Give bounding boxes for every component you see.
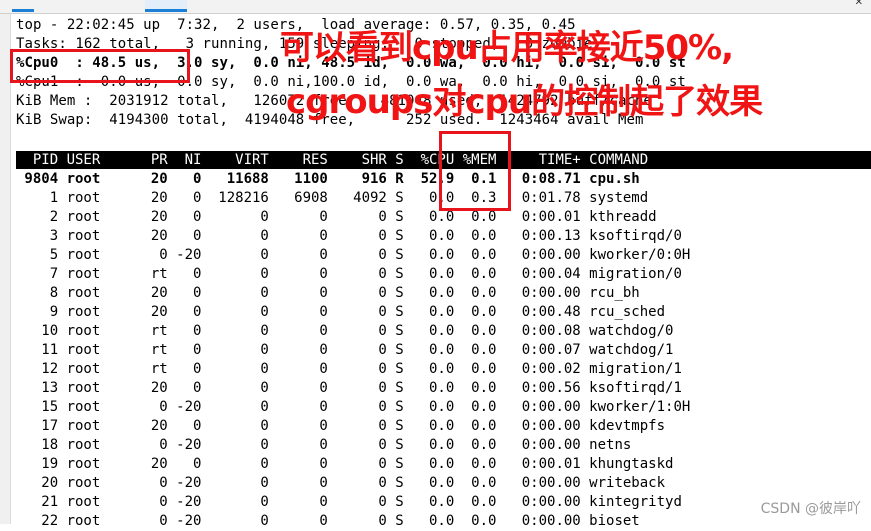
process-row: 15 root 0 -20 0 0 0 S 0.0 0.0 0:00.00 kw… — [16, 399, 691, 415]
process-row: 7 root rt 0 0 0 0 S 0.0 0.0 0:00.04 migr… — [16, 266, 682, 282]
cpu0-highlight-box — [10, 49, 190, 83]
process-row: 9 root 20 0 0 0 0 S 0.0 0.0 0:00.48 rcu_… — [16, 304, 666, 320]
process-row: 10 root rt 0 0 0 0 S 0.0 0.0 0:00.08 wat… — [16, 323, 674, 339]
process-row: 21 root 0 -20 0 0 0 S 0.0 0.0 0:00.00 ki… — [16, 494, 682, 510]
process-row: 11 root rt 0 0 0 0 S 0.0 0.0 0:00.07 wat… — [16, 342, 674, 358]
cpu-column-highlight-box — [439, 131, 511, 211]
process-row: 22 root 0 -20 0 0 0 S 0.0 0.0 0:00.00 bi… — [16, 513, 640, 529]
process-row: 3 root 20 0 0 0 0 S 0.0 0.0 0:00.13 ksof… — [16, 228, 682, 244]
annotation-line-1: 可以看到cpu占用率接近50%, — [280, 28, 734, 68]
process-row: 2 root 20 0 0 0 0 S 0.0 0.0 0:00.01 kthr… — [16, 209, 657, 225]
process-row: 13 root 20 0 0 0 0 S 0.0 0.0 0:00.56 kso… — [16, 380, 682, 396]
process-row: 5 root 0 -20 0 0 0 S 0.0 0.0 0:00.00 kwo… — [16, 247, 691, 263]
process-row: 17 root 20 0 0 0 0 S 0.0 0.0 0:00.00 kde… — [16, 418, 666, 434]
process-table-header: PID USER PR NI VIRT RES SHR S %CPU %MEM … — [16, 152, 649, 168]
csdn-watermark: CSDN @彼岸吖 — [760, 501, 861, 517]
process-row: 20 root 0 -20 0 0 0 S 0.0 0.0 0:00.00 wr… — [16, 475, 666, 491]
process-row: 19 root 20 0 0 0 0 S 0.0 0.0 0:00.01 khu… — [16, 456, 674, 472]
annotation-line-2: cgroups对cpu的控制起了效果 — [286, 82, 763, 122]
session-tab-2[interactable] — [145, 0, 187, 12]
close-icon[interactable]: ✕ — [855, 0, 863, 8]
process-row: 12 root rt 0 0 0 0 S 0.0 0.0 0:00.02 mig… — [16, 361, 682, 377]
session-tab-1[interactable] — [12, 0, 34, 12]
process-row: 9804 root 20 0 11688 1100 916 R 52.9 0.1… — [16, 171, 640, 187]
terminal-tab-strip: ✕ — [0, 0, 871, 14]
process-row: 1 root 20 0 128216 6908 4092 S 0.0 0.3 0… — [16, 190, 649, 206]
process-row: 18 root 0 -20 0 0 0 S 0.0 0.0 0:00.00 ne… — [16, 437, 632, 453]
process-row: 8 root 20 0 0 0 0 S 0.0 0.0 0:00.00 rcu_… — [16, 285, 640, 301]
